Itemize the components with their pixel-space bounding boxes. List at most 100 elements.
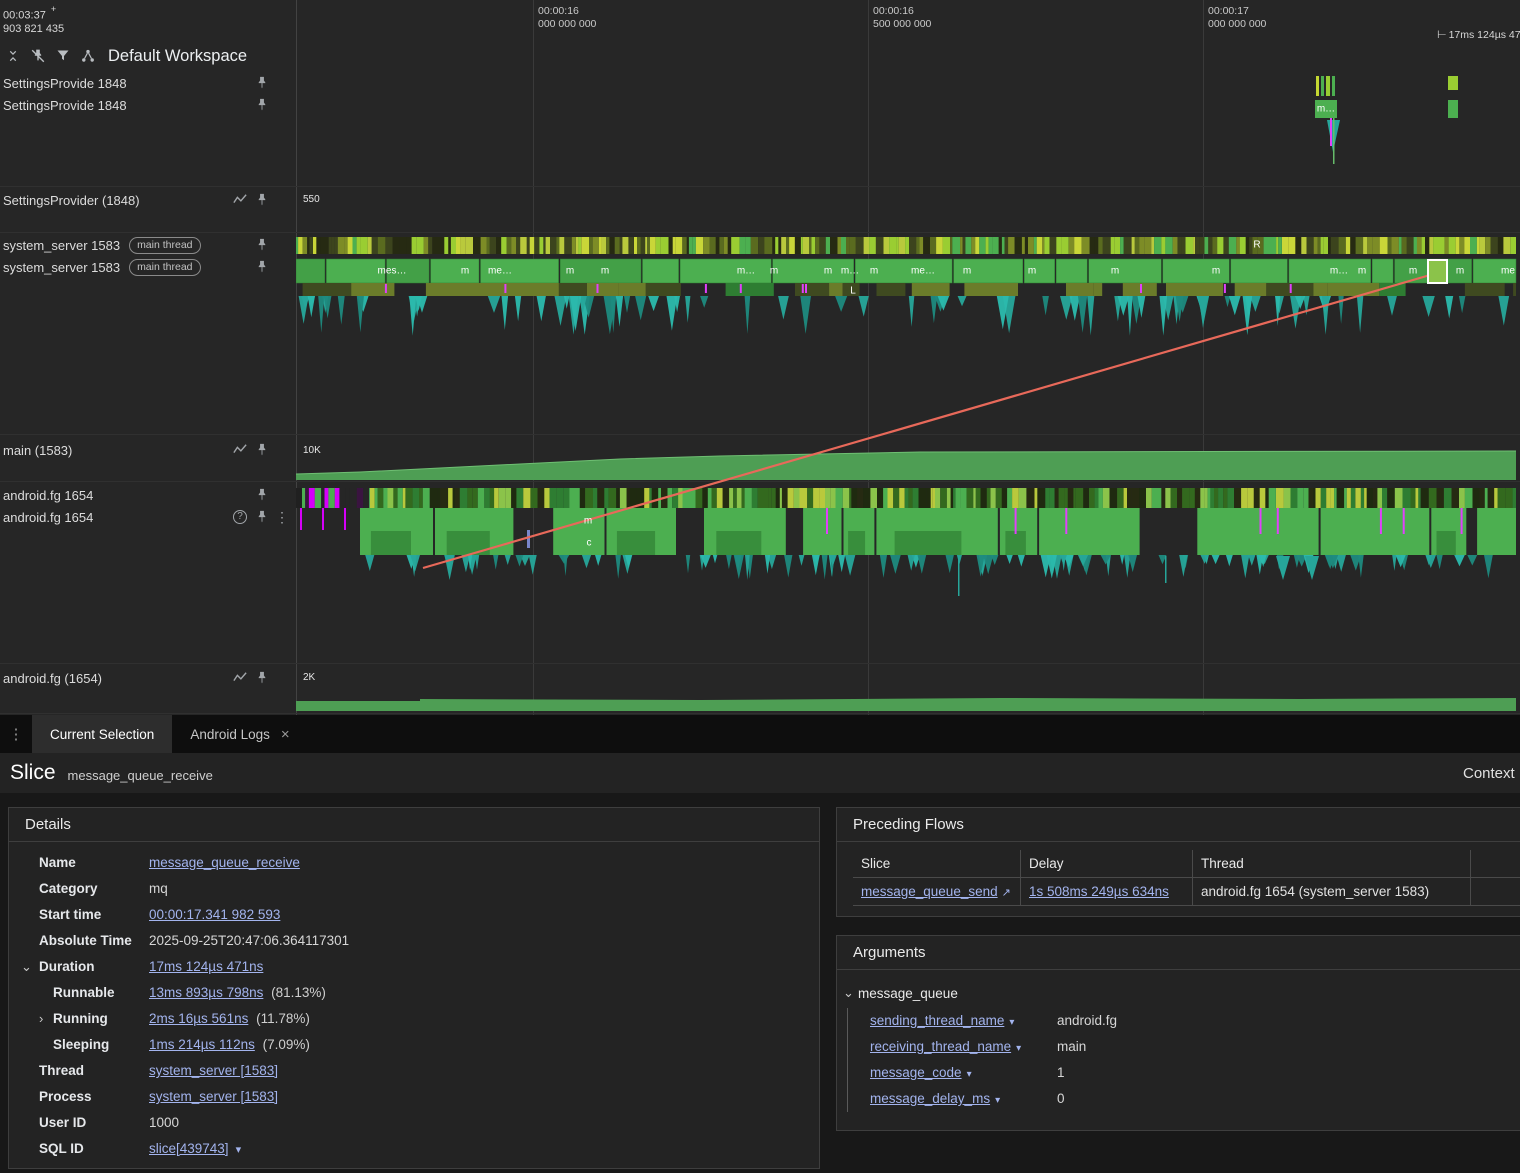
range-duration: 17ms 124µs 471 [1448,29,1520,41]
dropdown-caret-icon[interactable]: ▾ [236,1144,242,1156]
track-label: android.fg 1654 [3,487,94,503]
kebab-menu-icon[interactable]: ⋮ [274,509,290,525]
trace-canvas[interactable] [296,70,1520,716]
details-row: › Running 2ms 16µs 561ns (11.78%) [9,1006,819,1032]
argument-key: receiving_thread_name ▾ [870,1034,1057,1062]
flows-col-header: Thread [1193,850,1471,877]
detail-value-link[interactable]: 00:00:17.341 982 593 [149,907,280,922]
chevron-down-icon[interactable]: ⌄ [21,954,32,980]
detail-value: 00:00:17.341 982 593 [149,902,280,928]
track-row[interactable]: android.fg 1654? ⋮ [0,506,296,528]
argument-key: message_code ▾ [870,1060,1057,1088]
detail-value-link[interactable]: 1ms 214µs 112ns [149,1037,255,1052]
track-row[interactable]: system_server 1583 main thread [0,256,296,278]
flow-delay-cell: 1s 508ms 249µs 634ns [1021,878,1193,905]
dropdown-caret-icon[interactable]: ▾ [995,1095,1000,1106]
flows-col-header-empty [1471,850,1520,877]
detail-value-link[interactable]: system_server [1583] [149,1063,278,1078]
detail-value-link[interactable]: 2ms 16µs 561ns [149,1011,248,1026]
details-row: SQL ID slice[439743] ▾ [9,1136,819,1162]
details-card: Details Name message_queue_receive Categor… [8,807,820,1169]
detail-label: Thread [39,1063,85,1078]
argument-key-link[interactable]: message_code [870,1065,962,1080]
tab-android-logs[interactable]: Android Logs × [172,715,307,753]
chevron-right-icon[interactable]: › [39,1006,43,1032]
flow-slice-cell: message_queue_send ↗ [853,878,1021,905]
argument-value: android.fg [1057,1013,1118,1028]
flow-slice-link[interactable]: message_queue_send [861,884,998,899]
argument-key-link[interactable]: message_delay_ms [870,1091,990,1106]
detail-value-link[interactable]: message_queue_receive [149,855,300,870]
argument-row: sending_thread_name ▾ android.fg [848,1008,1520,1034]
detail-label: Duration [39,959,95,974]
dropdown-caret-icon[interactable]: ▾ [1009,1017,1014,1028]
track-label: SettingsProvide 1848 [3,97,127,113]
details-title: Details [9,808,819,842]
chevron-down-icon[interactable]: ⌄ [843,985,858,1001]
chart-icon[interactable] [232,192,248,208]
pin-icon[interactable] [254,75,270,91]
detail-value: system_server [1583] [149,1058,278,1084]
close-icon[interactable]: × [281,726,290,743]
pin-icon[interactable] [254,509,270,525]
flows-body: message_queue_send ↗ 1s 508ms 249µs 634ns a… [853,878,1520,906]
bottom-panel: ⋮ Current Selection Android Logs × Slice m… [0,715,1520,1173]
selection-name: message_queue_receive [67,768,213,783]
selection-range-marker: ⊢ 17ms 124µs 471 [1437,28,1520,41]
track-row[interactable]: main (1583) [0,436,296,464]
tab-current-selection[interactable]: Current Selection [32,715,173,753]
chart-icon[interactable] [232,442,248,458]
flows-header-row: Slice Delay Thread [853,850,1520,878]
pin-icon[interactable] [254,259,270,275]
pin-icon[interactable] [254,237,270,253]
dropdown-caret-icon[interactable]: ▾ [967,1069,972,1080]
track-row[interactable]: SettingsProvider (1848) [0,186,296,214]
pin-icon[interactable] [254,487,270,503]
pin-icon[interactable] [254,670,270,686]
track-label: SettingsProvider (1848) [3,192,140,208]
details-row: Name message_queue_receive [9,850,819,876]
detail-label: Running [53,1011,108,1026]
context-button[interactable]: Context [1463,765,1515,782]
track-row[interactable]: SettingsProvide 1848 [0,72,296,94]
help-icon[interactable]: ? [232,509,248,525]
details-row: Category mq [9,876,819,902]
detail-label: Sleeping [53,1037,110,1052]
argument-value: 0 [1057,1091,1065,1106]
detail-value: slice[439743] ▾ [149,1136,241,1163]
ruler-tick-label: 00:00:16 500 000 000 [868,5,931,31]
chart-icon[interactable] [232,670,248,686]
argument-key-link[interactable]: sending_thread_name [870,1013,1004,1028]
argument-key-link[interactable]: receiving_thread_name [870,1039,1011,1054]
flows-table: Slice Delay Thread message_queue_send ↗ 1s 5… [853,850,1520,906]
detail-value-link[interactable]: 17ms 124µs 471ns [149,959,263,974]
track-row[interactable]: system_server 1583 main thread [0,234,296,256]
argument-value: main [1057,1039,1087,1054]
track-row[interactable]: android.fg (1654) [0,664,296,692]
dropdown-caret-icon[interactable]: ▾ [1016,1043,1021,1054]
argument-children: sending_thread_name ▾ android.fg receiving_… [847,1008,1520,1112]
detail-value-link[interactable]: slice[439743] [149,1141,229,1156]
range-bracket-icon: ⊢ [1437,29,1447,41]
detail-value-link[interactable]: 13ms 893µs 798ns [149,985,263,1000]
track-row[interactable]: SettingsProvide 1848 [0,94,296,116]
argument-row: receiving_thread_name ▾ main [848,1034,1520,1060]
pin-icon[interactable] [254,97,270,113]
flow-empty-cell [1471,878,1520,905]
track-labels: SettingsProvide 1848 SettingsProvide 1848… [0,0,296,715]
open-in-new-icon[interactable]: ↗ [1002,887,1011,899]
tick-ns: 000 000 000 [538,18,597,30]
pin-icon[interactable] [254,192,270,208]
flows-col-header: Delay [1021,850,1193,877]
detail-value: 1ms 214µs 112ns (7.09%) [149,1032,310,1058]
track-row[interactable]: android.fg 1654 [0,484,296,506]
flow-delay-link[interactable]: 1s 508ms 249µs 634ns [1029,884,1169,899]
detail-value-text: mq [149,881,168,896]
arguments-card: Arguments ⌄ message_queue sending_thread… [836,935,1520,1131]
detail-label: Absolute Time [39,933,132,948]
panel-menu-icon[interactable]: ⋮ [0,715,32,753]
detail-value-link[interactable]: system_server [1583] [149,1089,278,1104]
pin-icon[interactable] [254,442,270,458]
argument-row: message_code ▾ 1 [848,1060,1520,1086]
detail-value: 2025-09-25T20:47:06.364117301 [149,928,349,954]
